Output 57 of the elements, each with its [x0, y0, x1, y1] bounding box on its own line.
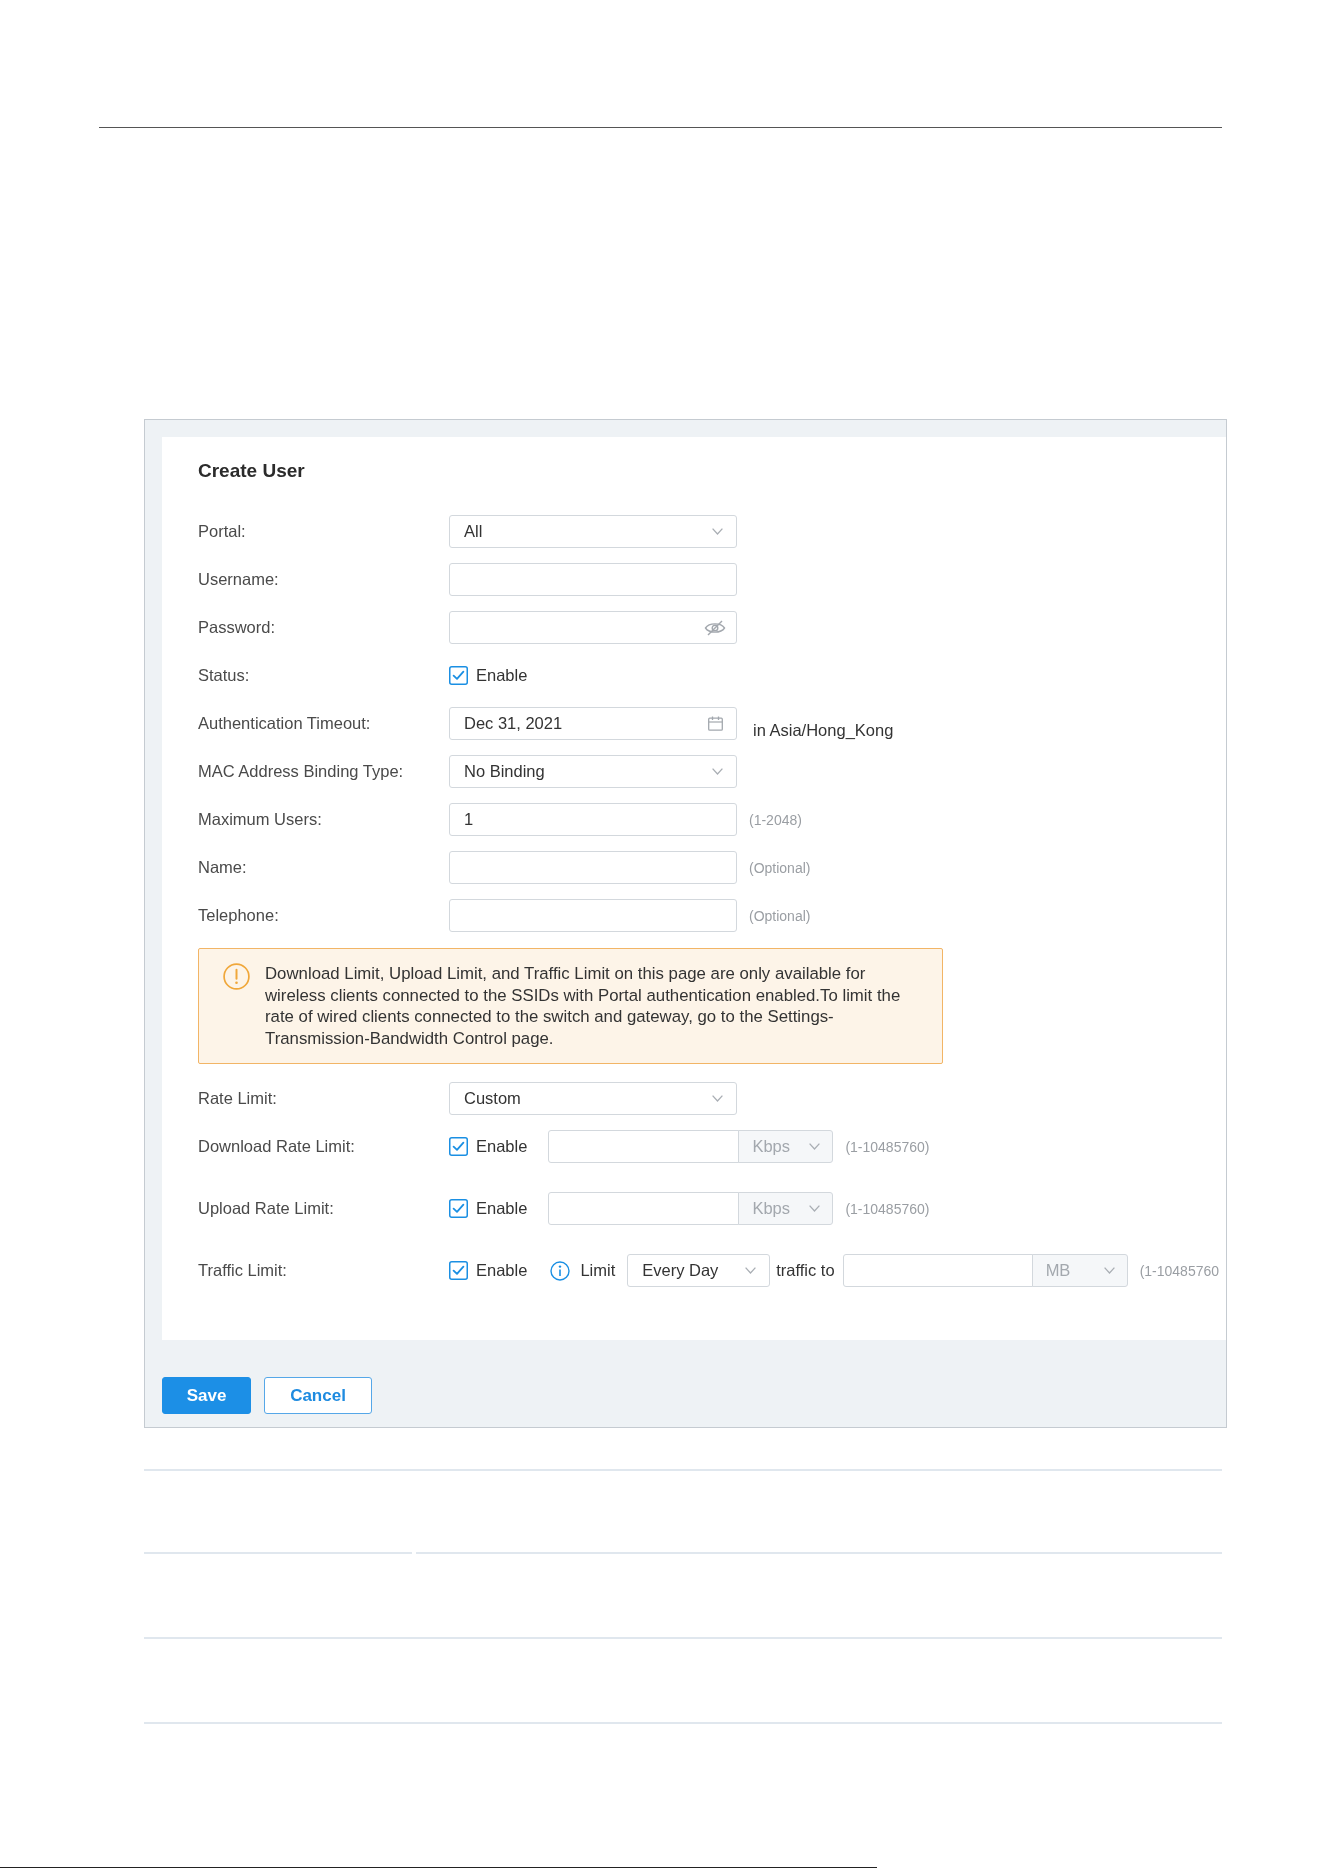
field-label: Password: — [198, 618, 276, 637]
chevron-down-icon — [712, 768, 723, 775]
dropdown[interactable]: Every Day — [627, 1254, 771, 1287]
dropdown[interactable]: All — [449, 515, 737, 548]
field-label: Portal: — [198, 522, 246, 541]
hint-text: (1-10485760 — [1139, 1262, 1220, 1279]
limit-label: Limit — [580, 1261, 616, 1280]
input-field[interactable]: 1 — [449, 803, 737, 836]
field-label: Download Rate Limit: — [198, 1137, 355, 1156]
date-field[interactable]: Dec 31, 2021 — [449, 707, 737, 740]
input-field[interactable] — [842, 1254, 1033, 1287]
traffic-to-label: traffic to — [776, 1261, 835, 1280]
info-icon[interactable] — [550, 1260, 571, 1281]
field-label: Upload Rate Limit: — [198, 1199, 334, 1218]
input-field[interactable] — [449, 851, 737, 884]
chevron-down-icon — [712, 1095, 723, 1102]
checkbox-label: Enable — [476, 666, 528, 685]
checkbox[interactable] — [449, 1137, 468, 1156]
hint-text: (1-2048) — [749, 811, 802, 828]
hint-text: (Optional) — [749, 907, 811, 924]
cancel-button[interactable]: Cancel — [264, 1377, 372, 1414]
field-label: Name: — [198, 858, 247, 877]
field-label: Username: — [198, 570, 279, 589]
chevron-down-icon — [809, 1205, 821, 1212]
hint-text: (Optional) — [749, 859, 811, 876]
input-field[interactable] — [548, 1192, 740, 1225]
field-label: Traffic Limit: — [198, 1261, 287, 1280]
chevron-down-icon — [712, 528, 723, 535]
checkbox-label: Enable — [476, 1137, 528, 1156]
hint-text: (1-10485760) — [845, 1138, 930, 1155]
warning-icon — [223, 963, 250, 990]
checkbox[interactable] — [449, 1199, 468, 1218]
timezone-text: in Asia/Hong_Kong — [753, 720, 894, 740]
chevron-down-icon — [745, 1267, 757, 1274]
eye-slash-icon[interactable] — [704, 619, 726, 636]
checkbox-label: Enable — [476, 1261, 528, 1280]
checkbox-label: Enable — [476, 1199, 528, 1218]
hint-text: (1-10485760) — [845, 1200, 930, 1217]
field-label: MAC Address Binding Type: — [198, 762, 404, 781]
field-label: Rate Limit: — [198, 1089, 277, 1108]
checkbox[interactable] — [449, 1261, 468, 1280]
form-title: Create User — [198, 460, 305, 482]
input-field[interactable] — [449, 899, 737, 932]
input-field[interactable] — [449, 563, 737, 596]
chevron-down-icon — [1103, 1267, 1115, 1274]
dropdown[interactable]: Custom — [449, 1082, 737, 1115]
dropdown[interactable]: No Binding — [449, 755, 737, 788]
field-label: Authentication Timeout: — [198, 714, 371, 733]
password-field[interactable] — [449, 611, 737, 644]
calendar-icon[interactable] — [708, 716, 723, 731]
chevron-down-icon — [809, 1143, 821, 1150]
field-label: Maximum Users: — [198, 810, 322, 829]
checkbox[interactable] — [449, 666, 468, 685]
input-field[interactable] — [548, 1130, 740, 1163]
notice-text: Download Limit, Upload Limit, and Traffic Limit on this page are only available for wireless clients connected to the SSIDs with Portal authentication enabled.To limit the rate of wired clients connected to the switch and gateway, go to the Settings-Transmission-Bandwidth Control page. — [265, 963, 902, 1049]
field-label: Telephone: — [198, 906, 279, 925]
field-label: Status: — [198, 666, 250, 685]
